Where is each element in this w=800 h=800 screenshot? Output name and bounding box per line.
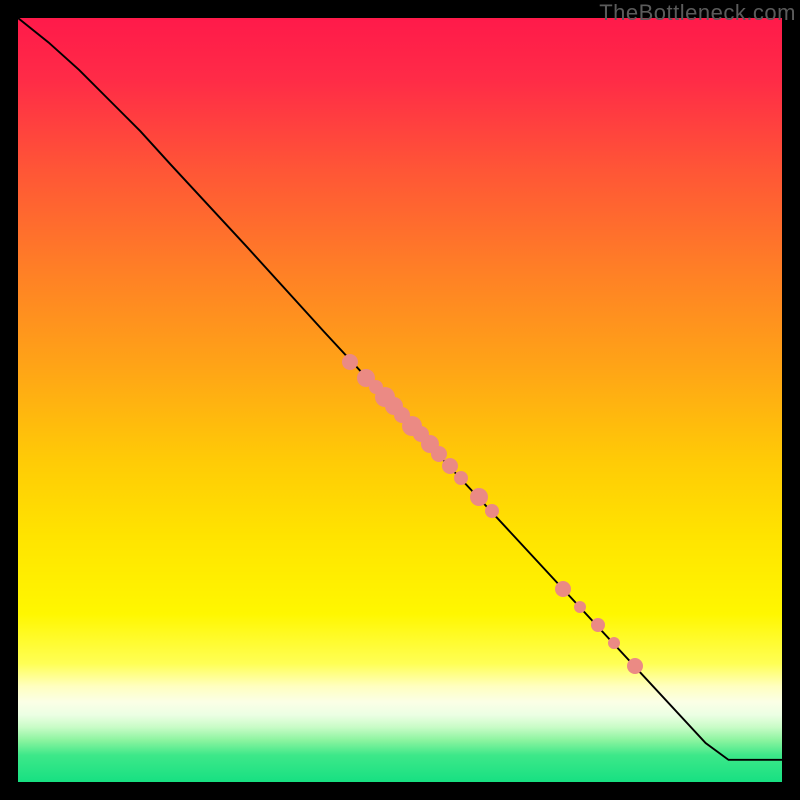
plot-area: [18, 18, 782, 782]
scatter-layer: [18, 18, 782, 782]
data-point: [485, 504, 499, 518]
data-point: [342, 354, 358, 370]
watermark-text: TheBottleneck.com: [599, 0, 796, 26]
outer-frame: TheBottleneck.com: [0, 0, 800, 800]
data-point: [591, 618, 605, 632]
data-point: [608, 637, 620, 649]
data-point: [555, 581, 571, 597]
data-point: [627, 658, 643, 674]
data-point: [574, 601, 586, 613]
data-point: [470, 488, 488, 506]
data-point: [442, 458, 458, 474]
data-point: [454, 471, 468, 485]
